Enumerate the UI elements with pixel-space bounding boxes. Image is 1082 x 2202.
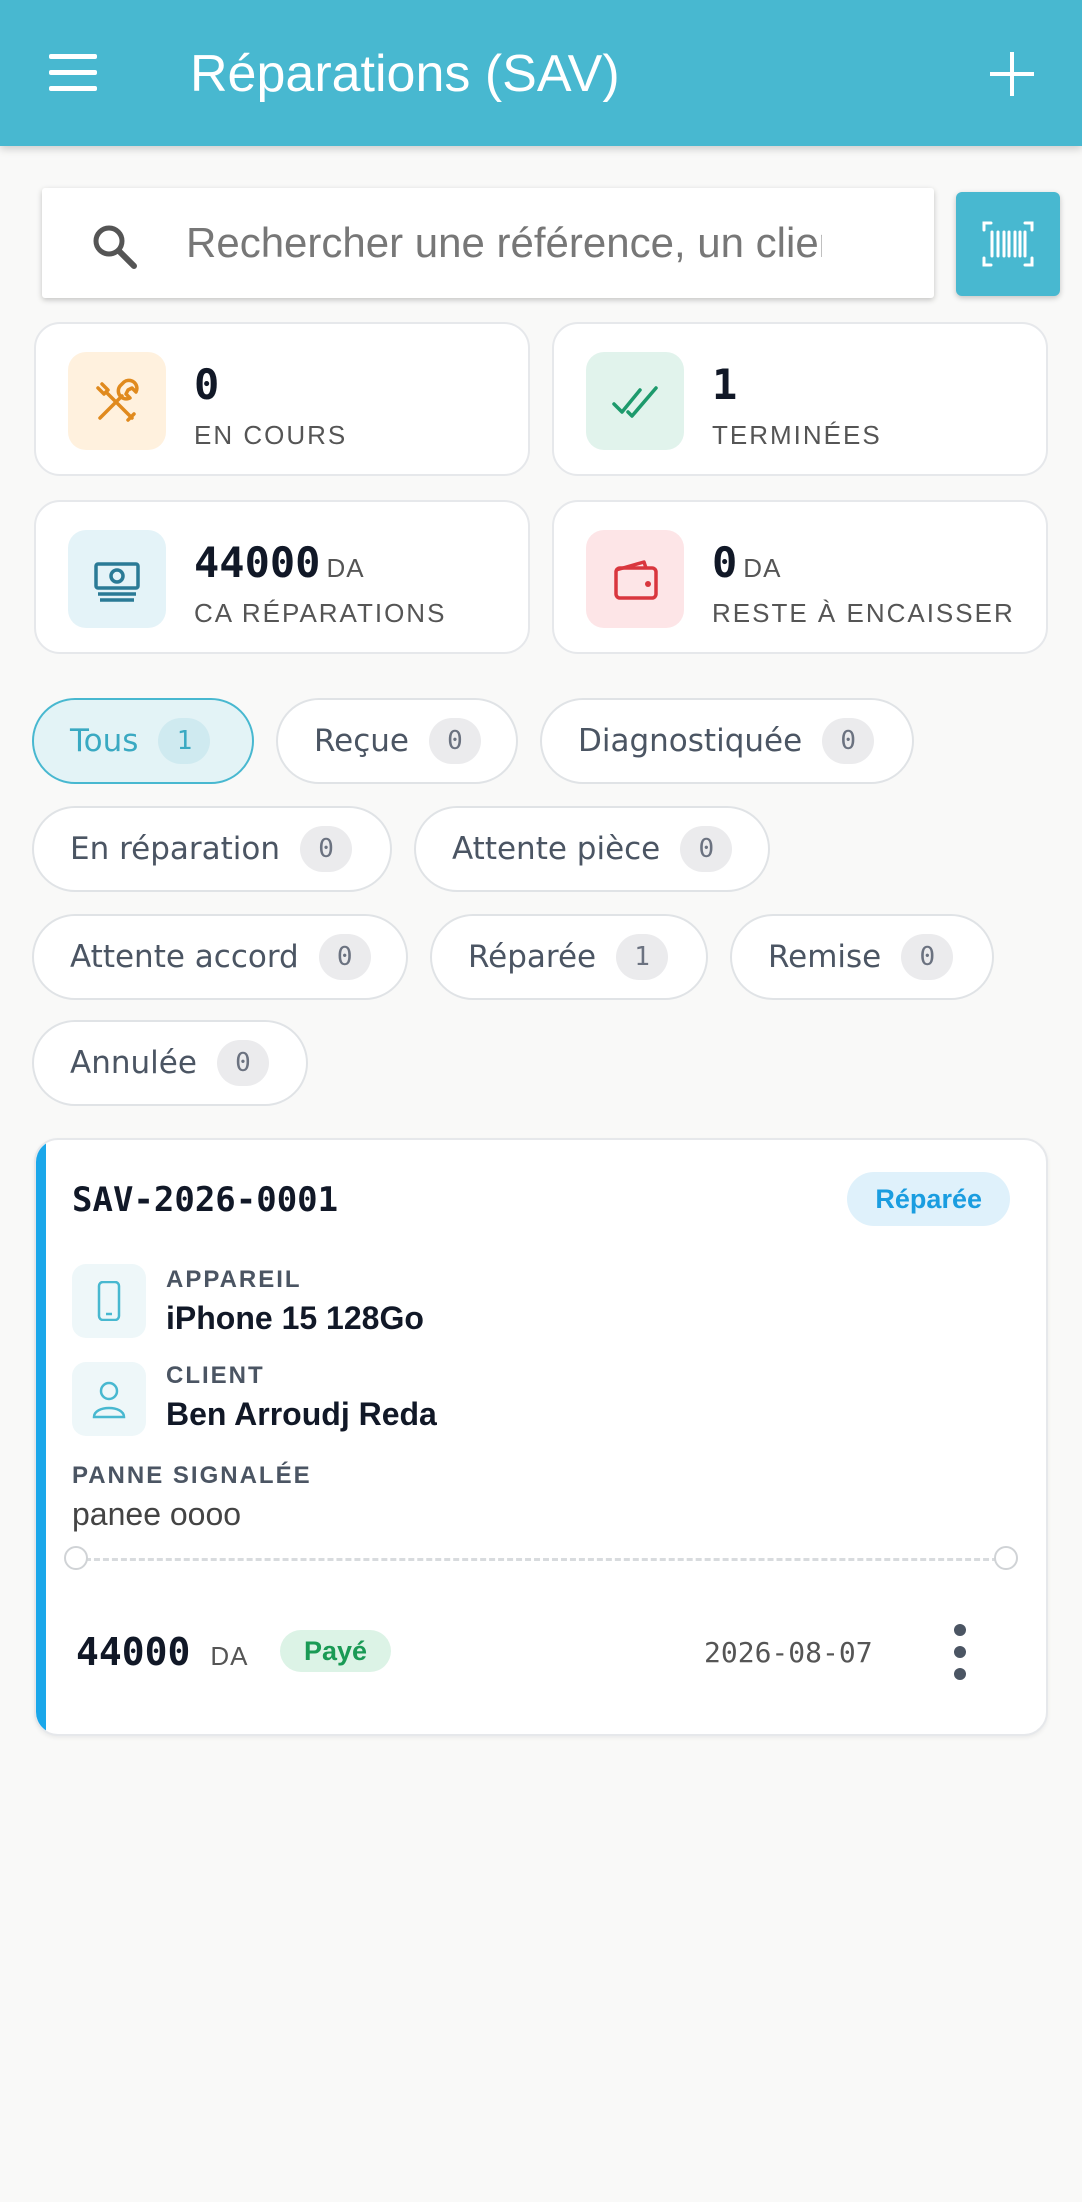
filter-chip-attente-accord[interactable]: Attente accord 0	[32, 914, 408, 1000]
double-check-icon	[612, 386, 658, 418]
chip-count: 0	[680, 826, 733, 872]
chip-count: 0	[428, 718, 481, 764]
payment-status-badge: Payé	[280, 1630, 392, 1672]
chip-label: Réparée	[468, 939, 597, 975]
filter-chip-diagnostiquee[interactable]: Diagnostiquée 0	[540, 698, 914, 784]
filter-chip-reparee[interactable]: Réparée 1	[430, 914, 708, 1000]
search-icon	[93, 225, 137, 269]
stat-icon-box	[68, 530, 166, 628]
repair-card[interactable]: SAV-2026-0001 Réparée APPAREIL iPhone 15…	[34, 1138, 1048, 1736]
filter-chip-annulee[interactable]: Annulée 0	[32, 1020, 308, 1106]
status-badge: Réparée	[847, 1172, 1010, 1226]
device-value: iPhone 15 128Go	[166, 1300, 424, 1336]
stat-value: 0	[194, 360, 220, 409]
barcode-icon	[982, 221, 1034, 267]
divider-dot-right	[994, 1546, 1018, 1570]
stat-card-outstanding[interactable]: 0 DA RESTE À ENCAISSER	[552, 500, 1048, 654]
chip-count: 0	[300, 826, 353, 872]
divider	[76, 1558, 1016, 1561]
stat-label: RESTE À ENCAISSER	[712, 598, 1015, 628]
divider-dot-left	[64, 1546, 88, 1570]
add-repair-button[interactable]	[982, 44, 1042, 104]
chip-count: 1	[158, 718, 211, 764]
user-icon	[92, 1381, 126, 1419]
search-input[interactable]	[186, 208, 822, 278]
filter-chip-en-reparation[interactable]: En réparation 0	[32, 806, 392, 892]
status-accent-bar	[36, 1140, 46, 1734]
repair-date: 2026-08-07	[704, 1636, 873, 1669]
chip-count: 0	[901, 934, 954, 980]
chip-label: Diagnostiquée	[578, 723, 803, 759]
chip-count: 0	[216, 1040, 269, 1086]
chip-count: 1	[616, 934, 669, 980]
menu-icon[interactable]	[44, 48, 104, 98]
chip-label: Remise	[768, 939, 882, 975]
app-bar: Réparations (SAV)	[0, 0, 1082, 146]
chip-count: 0	[822, 718, 875, 764]
stat-card-in-progress[interactable]: 0 EN COURS	[34, 322, 530, 476]
filter-chip-remise[interactable]: Remise 0	[730, 914, 994, 1000]
chip-label: Reçue	[314, 723, 409, 759]
stat-value: 1	[712, 360, 738, 409]
stat-label: TERMINÉES	[712, 420, 882, 450]
stat-card-completed[interactable]: 1 TERMINÉES	[552, 322, 1048, 476]
repair-reference: SAV-2026-0001	[72, 1180, 339, 1220]
chip-label: En réparation	[70, 831, 281, 867]
chip-count: 0	[318, 934, 371, 980]
stat-value: 0 DA	[712, 538, 782, 587]
client-value: Ben Arroudj Reda	[166, 1396, 437, 1432]
search-bar	[42, 188, 934, 298]
tools-icon	[96, 378, 139, 422]
chip-label: Attente accord	[70, 939, 299, 975]
wallet-icon	[614, 560, 658, 600]
stat-label: EN COURS	[194, 420, 348, 450]
more-options-icon[interactable]	[942, 1622, 978, 1682]
stat-value: 44000 DA	[194, 538, 365, 587]
filter-chip-recue[interactable]: Reçue 0	[276, 698, 518, 784]
stat-card-revenue[interactable]: 44000 DA CA RÉPARATIONS	[34, 500, 530, 654]
smartphone-icon	[97, 1281, 121, 1321]
banknote-icon	[94, 562, 140, 602]
stat-icon-box	[586, 530, 684, 628]
chip-label: Annulée	[70, 1045, 197, 1081]
device-label: APPAREIL	[166, 1266, 302, 1293]
issue-label: PANNE SIGNALÉE	[72, 1462, 312, 1489]
page-title: Réparations (SAV)	[190, 45, 620, 103]
client-icon-box	[72, 1362, 146, 1436]
barcode-scan-button[interactable]	[956, 192, 1060, 296]
repair-amount: 44000 DA	[76, 1630, 249, 1674]
client-label: CLIENT	[166, 1362, 265, 1389]
filter-chip-attente-piece[interactable]: Attente pièce 0	[414, 806, 770, 892]
stat-icon-box	[586, 352, 684, 450]
issue-value: panee oooo	[72, 1496, 242, 1532]
chip-label: Attente pièce	[452, 831, 661, 867]
device-icon-box	[72, 1264, 146, 1338]
filter-chip-tous[interactable]: Tous 1	[32, 698, 254, 784]
stat-label: CA RÉPARATIONS	[194, 598, 447, 628]
chip-label: Tous	[70, 723, 139, 759]
stat-icon-box	[68, 352, 166, 450]
